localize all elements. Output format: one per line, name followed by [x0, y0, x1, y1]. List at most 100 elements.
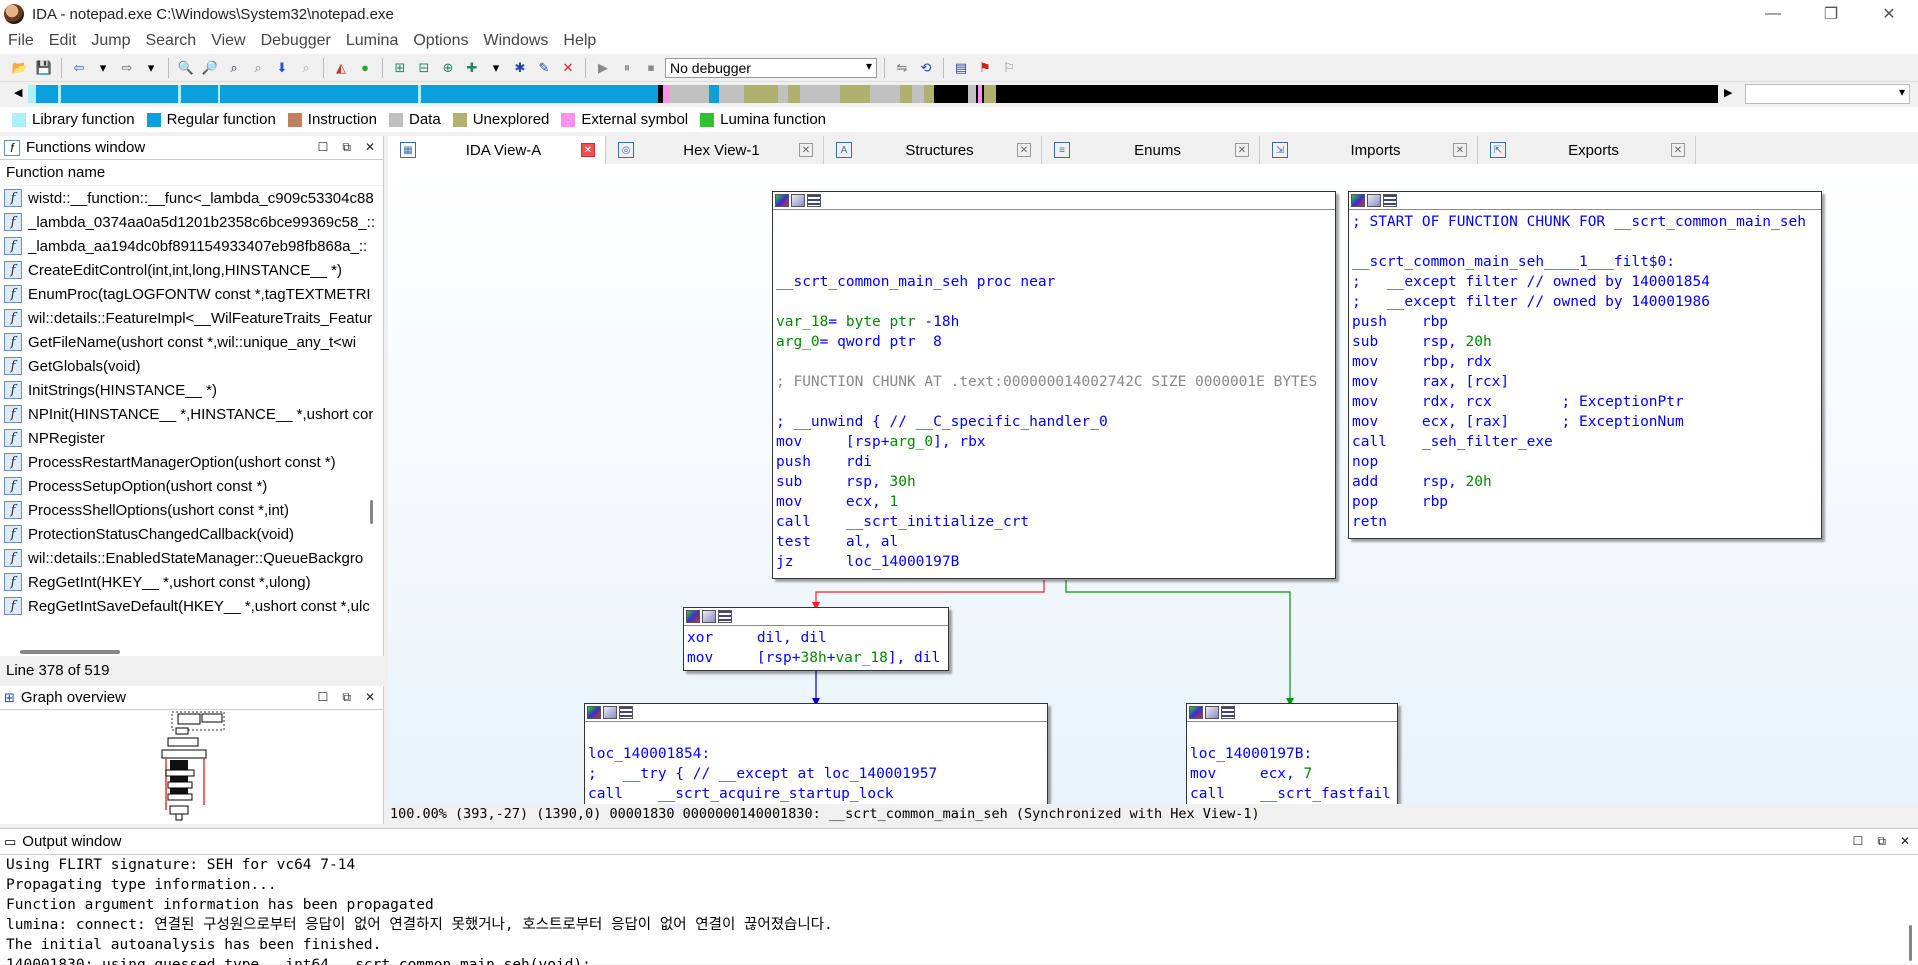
function-list-item[interactable]: f NPRegister [0, 426, 383, 450]
menu-search[interactable]: Search [145, 32, 196, 50]
output-scrollbar[interactable] [1909, 925, 1912, 961]
patch-icon[interactable]: ✎ [534, 58, 554, 78]
tab-structures[interactable]: A Structures ✕ [824, 136, 1042, 164]
create-function-icon[interactable]: ⊞ [390, 58, 410, 78]
menu-view[interactable]: View [211, 32, 245, 50]
search-disabled-icon[interactable]: ⌕ [296, 58, 316, 78]
graph-node-main[interactable]: __scrt_common_main_seh proc near var_18=… [772, 191, 1336, 579]
menu-windows[interactable]: Windows [483, 32, 548, 50]
tab-close-icon[interactable]: ✕ [1671, 143, 1685, 157]
menu-edit[interactable]: Edit [49, 32, 77, 50]
attach-icon[interactable]: ⇋ [892, 58, 912, 78]
nav-right-arrow-icon[interactable]: ▶ [1724, 86, 1732, 99]
search-next-icon[interactable]: ⌕ [224, 58, 244, 78]
panel-close-icon[interactable]: ✕ [365, 690, 375, 705]
pause-icon[interactable]: ⏸ [617, 58, 637, 78]
panel-close-icon[interactable]: ✕ [1900, 834, 1910, 849]
panel-close-icon[interactable]: ✕ [365, 140, 375, 155]
menu-jump[interactable]: Jump [91, 32, 130, 50]
append-chunk-icon[interactable]: ⊕ [438, 58, 458, 78]
tab-ida-view-a[interactable]: ▦ IDA View-A ✕ [388, 136, 606, 164]
panel-maximize-icon[interactable]: ☐ [318, 690, 329, 705]
tab-close-icon[interactable]: ✕ [1453, 143, 1467, 157]
graph-node-loc-14000197b[interactable]: loc_14000197B: mov ecx, 7 call __scrt_fa… [1186, 703, 1398, 804]
tab-hex-view-1[interactable]: ◎ Hex View-1 ✕ [606, 136, 824, 164]
add-struct-icon[interactable]: ✚ [462, 58, 482, 78]
tab-close-icon[interactable]: ✕ [1017, 143, 1031, 157]
search-text-icon[interactable]: 🔎 [200, 58, 220, 78]
debugger-select[interactable]: No debugger [665, 57, 877, 78]
lumina-icon[interactable]: ● [355, 58, 375, 78]
run-icon[interactable]: ▶ [593, 58, 613, 78]
add-enum-icon[interactable]: ✱ [510, 58, 530, 78]
tracing-icon[interactable]: ⚐ [999, 58, 1019, 78]
navigation-bar[interactable] [28, 85, 1718, 103]
function-name-column-header[interactable]: Function name [0, 160, 383, 186]
function-list-item[interactable]: f _lambda_0374aa0a5d1201b2358c6bce99369c5… [0, 210, 383, 234]
function-list-item[interactable]: f ProtectionStatusChangedCallback(void) [0, 522, 383, 546]
panel-float-icon[interactable]: ⧉ [342, 690, 351, 705]
restore-button[interactable]: ❐ [1802, 0, 1860, 28]
breakpoint-icon[interactable]: ⚑ [975, 58, 995, 78]
close-button[interactable]: ✕ [1860, 0, 1918, 28]
nav-left-arrow-icon[interactable]: ◀ [14, 86, 22, 99]
tab-close-icon[interactable]: ✕ [799, 143, 813, 157]
graph-overview-minimap[interactable] [0, 710, 384, 822]
vertical-scrollbar[interactable] [370, 500, 373, 524]
edit-function-icon[interactable]: ⊟ [414, 58, 434, 78]
back-dropdown-icon[interactable]: ▾ [93, 58, 113, 78]
sync-icon[interactable]: ⟲ [916, 58, 936, 78]
function-list-item[interactable]: f CreateEditControl(int,int,long,HINSTANC… [0, 258, 383, 282]
stop-icon[interactable]: ⏹ [641, 58, 661, 78]
graph-node-loc-140001854[interactable]: loc_140001854: ; __try { // __except at … [584, 703, 1048, 804]
tab-exports[interactable]: ⇱ Exports ✕ [1478, 136, 1696, 164]
tab-imports[interactable]: ⇲ Imports ✕ [1260, 136, 1478, 164]
function-list-item[interactable]: f ProcessRestartManagerOption(ushort cons… [0, 450, 383, 474]
function-list-item[interactable]: f RegGetInt(HKEY__ *,ushort const *,ulong… [0, 570, 383, 594]
function-list-item[interactable]: f ProcessShellOptions(ushort const *,int) [0, 498, 383, 522]
function-list-item[interactable]: f ProcessSetupOption(ushort const *) [0, 474, 383, 498]
panel-float-icon[interactable]: ⧉ [342, 140, 351, 155]
menu-lumina[interactable]: Lumina [346, 32, 398, 50]
jump-down-icon[interactable]: ⬇ [272, 58, 292, 78]
function-list-item[interactable]: f wistd::__function::__func<_lambda_c909c… [0, 186, 383, 210]
graph-node-filter[interactable]: ; START OF FUNCTION CHUNK FOR __scrt_com… [1348, 191, 1822, 539]
modules-icon[interactable]: ▤ [951, 58, 971, 78]
horizontal-scrollbar[interactable] [20, 650, 120, 654]
navigation-select[interactable]: ▾ [1745, 84, 1910, 104]
ida-graph-view[interactable]: __scrt_common_main_seh proc near var_18=… [388, 164, 1918, 804]
forward-icon[interactable]: ⇨ [117, 58, 137, 78]
panel-maximize-icon[interactable]: ☐ [318, 140, 329, 155]
back-icon[interactable]: ⇦ [69, 58, 89, 78]
search-binary-icon[interactable]: 🔍 [176, 58, 196, 78]
graph-node-xor[interactable]: xor dil, dil mov [rsp+38h+var_18], dil [683, 607, 949, 671]
minimize-button[interactable]: — [1744, 0, 1802, 28]
tab-close-icon[interactable]: ✕ [581, 143, 595, 157]
search-immediate-icon[interactable]: ⌕ [248, 58, 268, 78]
forward-dropdown-icon[interactable]: ▾ [141, 58, 161, 78]
function-list-item[interactable]: f _lambda_aa194dc0bf891154933407eb98fb868… [0, 234, 383, 258]
add-dropdown-icon[interactable]: ▾ [486, 58, 506, 78]
function-list-item[interactable]: f wil::details::EnabledStateManager::Queu… [0, 546, 383, 570]
menu-help[interactable]: Help [563, 32, 596, 50]
function-list-item[interactable]: f wil::details::FeatureImpl<__WilFeatureT… [0, 306, 383, 330]
functions-list[interactable]: Function name f wistd::__function::__func… [0, 160, 383, 656]
function-list-item[interactable]: f GetGlobals(void) [0, 354, 383, 378]
save-icon[interactable]: 💾 [34, 58, 54, 78]
graph-icon[interactable]: ◭ [331, 58, 351, 78]
function-list-item[interactable]: f RegGetIntSaveDefault(HKEY__ *,ushort co… [0, 594, 383, 618]
open-icon[interactable]: 📂 [10, 58, 30, 78]
menu-file[interactable]: File [8, 32, 34, 50]
menu-debugger[interactable]: Debugger [261, 32, 331, 50]
panel-maximize-icon[interactable]: ☐ [1853, 834, 1864, 849]
function-list-item[interactable]: f EnumProc(tagLOGFONTW const *,tagTEXTMET… [0, 282, 383, 306]
tab-enums[interactable]: ≡ Enums ✕ [1042, 136, 1260, 164]
menu-options[interactable]: Options [413, 32, 468, 50]
output-log[interactable]: Using FLIRT signature: SEH for vc64 7-14… [0, 855, 1918, 965]
function-list-item[interactable]: f GetFileName(ushort const *,wil::unique_… [0, 330, 383, 354]
tab-close-icon[interactable]: ✕ [1235, 143, 1249, 157]
function-list-item[interactable]: f InitStrings(HINSTANCE__ *) [0, 378, 383, 402]
delete-icon[interactable]: ✕ [558, 58, 578, 78]
function-list-item[interactable]: f NPInit(HINSTANCE__ *,HINSTANCE__ *,usho… [0, 402, 383, 426]
panel-float-icon[interactable]: ⧉ [1877, 834, 1886, 849]
